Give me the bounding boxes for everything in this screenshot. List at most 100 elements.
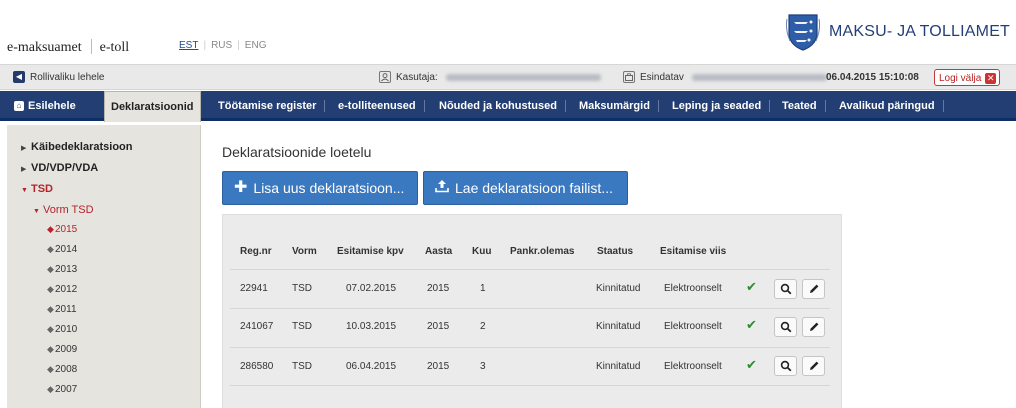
sidebar-year-2010[interactable]: ◆2010 <box>47 324 77 335</box>
sidebar-item-vd-vdp-vda[interactable]: ▶ VD/VDP/VDA <box>21 162 98 174</box>
sidebar-year-label: 2015 <box>55 224 78 235</box>
cell-esitamise-viis: Elektroonselt <box>664 321 722 332</box>
chevron-down-icon: ▼ <box>21 187 28 194</box>
sidebar-year-2014[interactable]: ◆2014 <box>47 244 77 255</box>
search-icon <box>780 321 791 333</box>
chevron-down-icon: ▼ <box>33 208 40 215</box>
view-button[interactable] <box>774 279 797 299</box>
representative-name-redacted <box>691 73 827 81</box>
table-row <box>230 347 830 386</box>
check-icon: ✔ <box>746 279 757 294</box>
nav-divider <box>824 100 826 112</box>
nav-tootamise-register[interactable]: Töötamise register <box>218 91 326 121</box>
role-selection-link[interactable]: ◀ Rollivaliku lehele <box>13 71 104 83</box>
column-header-aasta: Aasta <box>425 246 453 257</box>
sidebar-year-2011[interactable]: ◆2011 <box>47 304 77 315</box>
sidebar-year-2013[interactable]: ◆2013 <box>47 264 77 275</box>
page-title: Deklaratsioonide loetelu <box>222 144 372 160</box>
nav-leping-ja-seaded[interactable]: Leping ja seaded <box>672 91 771 121</box>
session-datetime: 06.04.2015 15:10:08 <box>826 72 919 83</box>
sidebar-item-tsd[interactable]: ▼ TSD <box>21 183 53 195</box>
edit-icon <box>809 361 818 370</box>
upload-icon <box>435 179 449 197</box>
sidebar-item-label: Vorm TSD <box>43 204 94 216</box>
back-icon: ◀ <box>13 71 25 83</box>
cell-vorm: TSD <box>292 283 312 294</box>
briefcase-icon <box>623 71 635 83</box>
edit-button[interactable] <box>802 356 825 376</box>
sidebar-year-2008[interactable]: ◆2008 <box>47 364 77 375</box>
language-switcher: EST | RUS | ENG <box>179 40 266 51</box>
user-name-redacted <box>445 73 601 81</box>
cell-kuu: 3 <box>480 361 486 372</box>
sidebar-item-label: Käibedeklaratsioon <box>31 141 133 153</box>
brand-emaksuamet[interactable]: e-maksuamet <box>7 40 82 55</box>
brand-etoll[interactable]: e-toll <box>100 40 130 55</box>
add-declaration-button[interactable]: ✚ Lisa uus deklaratsioon... <box>222 171 418 205</box>
page-header: e-maksuamet e-toll EST | RUS | ENG MAKSU- JA … <box>0 0 1016 64</box>
sidebar-year-2012[interactable]: ◆2012 <box>47 284 77 295</box>
home-icon: ⌂ <box>14 101 24 111</box>
user-bar: ◀ Rollivaliku lehele Kasutaja: Esindatav… <box>0 64 1016 90</box>
representative-label: Esindatav <box>640 71 684 83</box>
cell-esitamise-kpv: 06.04.2015 <box>346 361 397 372</box>
agency-logo[interactable]: MAKSU- JA TOLLIAMET <box>785 13 1010 51</box>
cell-vorm: TSD <box>292 361 312 372</box>
cell-aasta: 2015 <box>427 321 450 332</box>
cell-kuu: 1 <box>480 283 486 294</box>
nav-deklaratsioonid[interactable]: Deklaratsioonid <box>104 91 201 122</box>
lang-eng[interactable]: ENG <box>245 40 267 51</box>
nav-teated[interactable]: Teated <box>782 91 826 121</box>
nav-divider <box>769 100 771 112</box>
nav-avalikud-paringud[interactable]: Avalikud päringud <box>839 91 944 121</box>
sidebar-year-label: 2007 <box>55 384 78 395</box>
cell-staatus: Kinnitatud <box>596 361 641 372</box>
cell-reg-nr: 22941 <box>240 283 268 294</box>
bullet-icon: ◆ <box>47 264 54 274</box>
sidebar-item-label: VD/VDP/VDA <box>31 162 99 174</box>
edit-button[interactable] <box>802 317 825 337</box>
nav-divider <box>942 100 944 112</box>
sidebar-year-label: 2013 <box>55 264 78 275</box>
nav-avalikud-paringud-label: Avalikud päringud <box>839 100 935 112</box>
sidebar-item-vorm-tsd[interactable]: ▼ Vorm TSD <box>33 204 94 216</box>
nav-home[interactable]: ⌂ Esilehele <box>14 91 76 121</box>
nav-maksumargid[interactable]: Maksumärgid <box>579 91 659 121</box>
lang-rus[interactable]: RUS <box>211 40 232 51</box>
sidebar-year-label: 2010 <box>55 324 78 335</box>
sidebar-year-2007[interactable]: ◆2007 <box>47 384 77 395</box>
cell-staatus: Kinnitatud <box>596 283 641 294</box>
chevron-right-icon: ▶ <box>21 166 27 173</box>
nav-e-tolliteenused[interactable]: e-tolliteenused <box>338 91 425 121</box>
search-icon <box>780 283 791 295</box>
nav-deklaratsioonid-label: Deklaratsioonid <box>111 101 194 113</box>
sidebar-item-kaibedeklaratsioon[interactable]: ▶ Käibedeklaratsioon <box>21 141 132 153</box>
close-icon: ✕ <box>985 72 997 84</box>
lang-est[interactable]: EST <box>179 40 198 51</box>
nav-divider <box>324 100 326 112</box>
sidebar-item-label: TSD <box>31 183 53 195</box>
sidebar-year-label: 2012 <box>55 284 78 295</box>
view-button[interactable] <box>774 317 797 337</box>
logout-label: Logi välja <box>939 72 982 84</box>
nav-tootamise-register-label: Töötamise register <box>218 100 317 112</box>
main-navigation: ⌂ Esilehele Deklaratsioonid Töötamise re… <box>0 91 1016 122</box>
upload-declaration-button[interactable]: Lae deklaratsioon failist... <box>423 171 628 205</box>
cell-esitamise-viis: Elektroonselt <box>664 361 722 372</box>
brand-divider <box>90 39 92 54</box>
lang-divider: | <box>237 40 240 51</box>
sidebar-year-2015[interactable]: ◆2015 <box>47 224 77 235</box>
sidebar: ▶ Käibedeklaratsioon ▶ VD/VDP/VDA ▼ TSD ▼ Vo… <box>7 125 201 408</box>
nav-nouded-ja-kohustused[interactable]: Nõuded ja kohustused <box>439 91 566 121</box>
sidebar-year-2009[interactable]: ◆2009 <box>47 344 77 355</box>
sidebar-year-label: 2008 <box>55 364 78 375</box>
bullet-icon: ◆ <box>47 344 54 354</box>
sidebar-year-label: 2011 <box>55 304 77 315</box>
user-info: Kasutaja: <box>379 71 601 83</box>
view-button[interactable] <box>774 356 797 376</box>
edit-button[interactable] <box>802 279 825 299</box>
logout-button[interactable]: Logi välja ✕ <box>934 69 1001 86</box>
bullet-icon: ◆ <box>47 224 54 234</box>
nav-divider <box>423 100 425 112</box>
bullet-icon: ◆ <box>47 284 54 294</box>
